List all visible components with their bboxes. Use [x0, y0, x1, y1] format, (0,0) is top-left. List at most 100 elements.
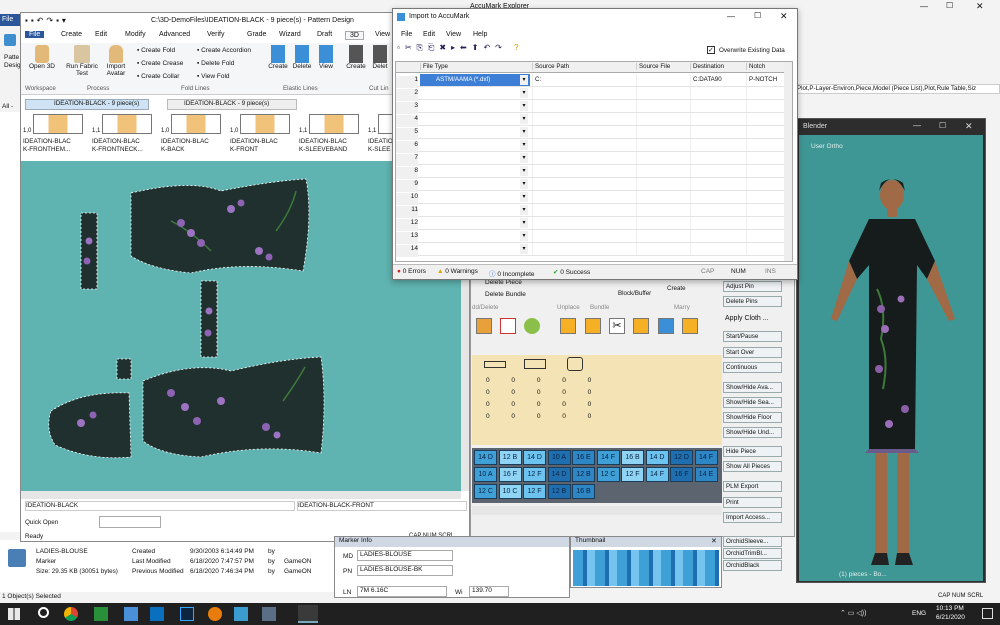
file-type-cell[interactable] — [420, 152, 530, 164]
marker-piece[interactable]: 14 D — [474, 450, 497, 465]
file-type-dropdown-icon[interactable]: ▾ — [520, 127, 528, 137]
side-button-show-all-pieces[interactable]: Show All Pieces — [723, 461, 782, 472]
taskbar-app-icon-2[interactable] — [124, 607, 138, 621]
side-button-import-access[interactable]: Import Access... — [723, 512, 782, 523]
import-menu-help[interactable]: Help — [473, 31, 487, 38]
grid-header-destination[interactable]: Destination — [690, 63, 744, 70]
file-type-dropdown-icon[interactable]: ▾ — [520, 179, 528, 189]
md-field[interactable]: LADIES-BLOUSE — [357, 550, 453, 561]
grid-row[interactable]: 12 ▾ — [396, 217, 792, 231]
elastic-delete-button[interactable]: Delete — [291, 45, 313, 70]
source-path-cell[interactable] — [532, 113, 634, 125]
destination-cell[interactable] — [690, 204, 744, 216]
side-button-apply-cloth[interactable]: Apply Cloth ... — [723, 314, 782, 325]
marker-piece[interactable]: 16 F — [498, 467, 522, 482]
piece-thumbnail[interactable]: 1,1 IDEATION-BLAC K-SLEEVEBAND — [299, 114, 365, 158]
marker-piece[interactable]: 12 B — [498, 450, 522, 465]
marker-piece[interactable]: 14 D — [523, 450, 546, 465]
source-file-cell[interactable] — [636, 126, 688, 138]
file-type-dropdown-icon[interactable]: ▾ — [520, 231, 528, 241]
marker-piece[interactable]: 12 F — [523, 484, 546, 499]
source-path-cell[interactable] — [532, 230, 634, 242]
marker-piece[interactable]: 16 B — [572, 484, 595, 499]
create-crease-button[interactable]: ▪ Create Crease — [137, 60, 183, 67]
pd-menu-grade[interactable]: Grade — [243, 31, 270, 38]
source-path-cell[interactable] — [532, 87, 634, 99]
grid-row[interactable]: 10 ▾ — [396, 191, 792, 205]
grid-header-source-file[interactable]: Source File — [636, 63, 688, 70]
pn-field[interactable]: LADIES-BLOUSE-BK — [357, 565, 453, 576]
source-file-cell[interactable] — [636, 165, 688, 177]
pd-doc-tab-2[interactable]: IDEATION-BLACK - 9 piece(s) — [167, 99, 297, 110]
language-indicator[interactable]: ENG — [912, 610, 926, 617]
open-3d-button[interactable]: Open 3D — [27, 45, 57, 70]
destination-cell[interactable] — [690, 230, 744, 242]
file-type-dropdown-icon[interactable]: ▾ — [520, 114, 528, 124]
import-minimize-button[interactable]: — — [727, 12, 735, 21]
piece-thumbnail[interactable]: 1,0 IDEATION-BLAC K-FRONT — [230, 114, 296, 158]
pd-menu-edit[interactable]: Edit — [91, 31, 111, 38]
overwrite-checkbox[interactable]: ✓ — [707, 46, 715, 54]
source-file-cell[interactable] — [636, 204, 688, 216]
cutline-create-button[interactable]: Create — [345, 45, 367, 70]
elastic-view-button[interactable]: View — [315, 45, 337, 70]
destination-cell[interactable] — [690, 126, 744, 138]
marker-piece[interactable]: 14 F — [596, 450, 620, 465]
notification-icon[interactable] — [982, 608, 993, 619]
create-accordion-button[interactable]: ▪ Create Accordion — [197, 47, 251, 54]
side-button-hide-piece[interactable]: Hide Piece — [723, 446, 782, 457]
file-type-cell[interactable]: ASTM/AAMA (*.dxf) — [420, 74, 530, 86]
pd-menu-verify[interactable]: Verify — [203, 31, 229, 38]
grid-row[interactable]: 3 ▾ — [396, 100, 792, 114]
toolbar-rotate-icon[interactable] — [524, 318, 540, 334]
marker-piece[interactable]: 10 A — [547, 450, 571, 465]
import-menu-edit[interactable]: Edit — [423, 31, 435, 38]
source-file-cell[interactable] — [636, 152, 688, 164]
pd-menu-create[interactable]: Create — [57, 31, 86, 38]
marker-piece[interactable]: 14 E — [694, 467, 718, 482]
quick-open-input[interactable] — [99, 516, 161, 528]
toolbar-scissors-icon[interactable]: ✂ — [609, 318, 625, 334]
grid-row[interactable]: 11 ▾ — [396, 204, 792, 218]
pattern-piece-fronthem[interactable] — [80, 212, 98, 290]
search-icon[interactable] — [38, 607, 49, 618]
source-path-cell[interactable] — [532, 191, 634, 203]
file-type-cell[interactable] — [420, 178, 530, 190]
view-fold-button[interactable]: ▪ View Fold — [197, 73, 230, 80]
file-type-cell[interactable] — [420, 191, 530, 203]
taskbar-chrome-icon[interactable] — [64, 607, 78, 621]
source-path-cell[interactable]: C: — [532, 74, 634, 86]
canvas-hscroll[interactable] — [21, 491, 461, 499]
clock-time[interactable]: 10:13 PM — [936, 605, 964, 612]
piece-thumbnail[interactable]: 1,0 IDEATION-BLAC K-FRONTHEM... — [23, 114, 89, 158]
destination-cell[interactable] — [690, 191, 744, 203]
marker-piece[interactable]: 14 D — [547, 467, 571, 482]
pd-menu-view[interactable]: View — [371, 31, 394, 38]
taskbar-app-icon-1[interactable] — [94, 607, 108, 621]
file-type-cell[interactable] — [420, 113, 530, 125]
source-path-cell[interactable] — [532, 152, 634, 164]
source-file-cell[interactable] — [636, 243, 688, 255]
source-path-cell[interactable] — [532, 139, 634, 151]
side-button-print[interactable]: Print — [723, 497, 782, 508]
taskbar-app-icon-5[interactable] — [262, 607, 276, 621]
side-button-adjust-pin[interactable]: Adjust Pin — [723, 281, 782, 292]
pattern-piece-sleeve[interactable] — [48, 392, 132, 459]
blender-maximize-button[interactable]: ☐ — [939, 121, 946, 130]
taskbar-app-icon-6[interactable] — [298, 605, 318, 623]
toolbar-flip-icon[interactable] — [500, 318, 516, 334]
grid-vscroll[interactable] — [784, 62, 792, 261]
grid-row[interactable]: 13 ▾ — [396, 230, 792, 244]
delete-fold-button[interactable]: ▪ Delete Fold — [197, 60, 234, 67]
file-type-dropdown-icon[interactable]: ▾ — [520, 244, 528, 254]
ln-field[interactable]: 7M 6.16C — [357, 586, 447, 597]
pattern-piece-front[interactable] — [142, 356, 325, 458]
pd-menu-draft[interactable]: Draft — [313, 31, 336, 38]
source-file-cell[interactable] — [636, 74, 688, 86]
file-type-dropdown-icon[interactable]: ▾ — [520, 88, 528, 98]
pattern-piece-small[interactable] — [116, 358, 132, 380]
file-type-cell[interactable] — [420, 217, 530, 229]
pd-menu-file[interactable]: File — [25, 31, 45, 38]
file-type-dropdown-icon[interactable]: ▾ — [520, 75, 528, 85]
source-path-cell[interactable] — [532, 204, 634, 216]
